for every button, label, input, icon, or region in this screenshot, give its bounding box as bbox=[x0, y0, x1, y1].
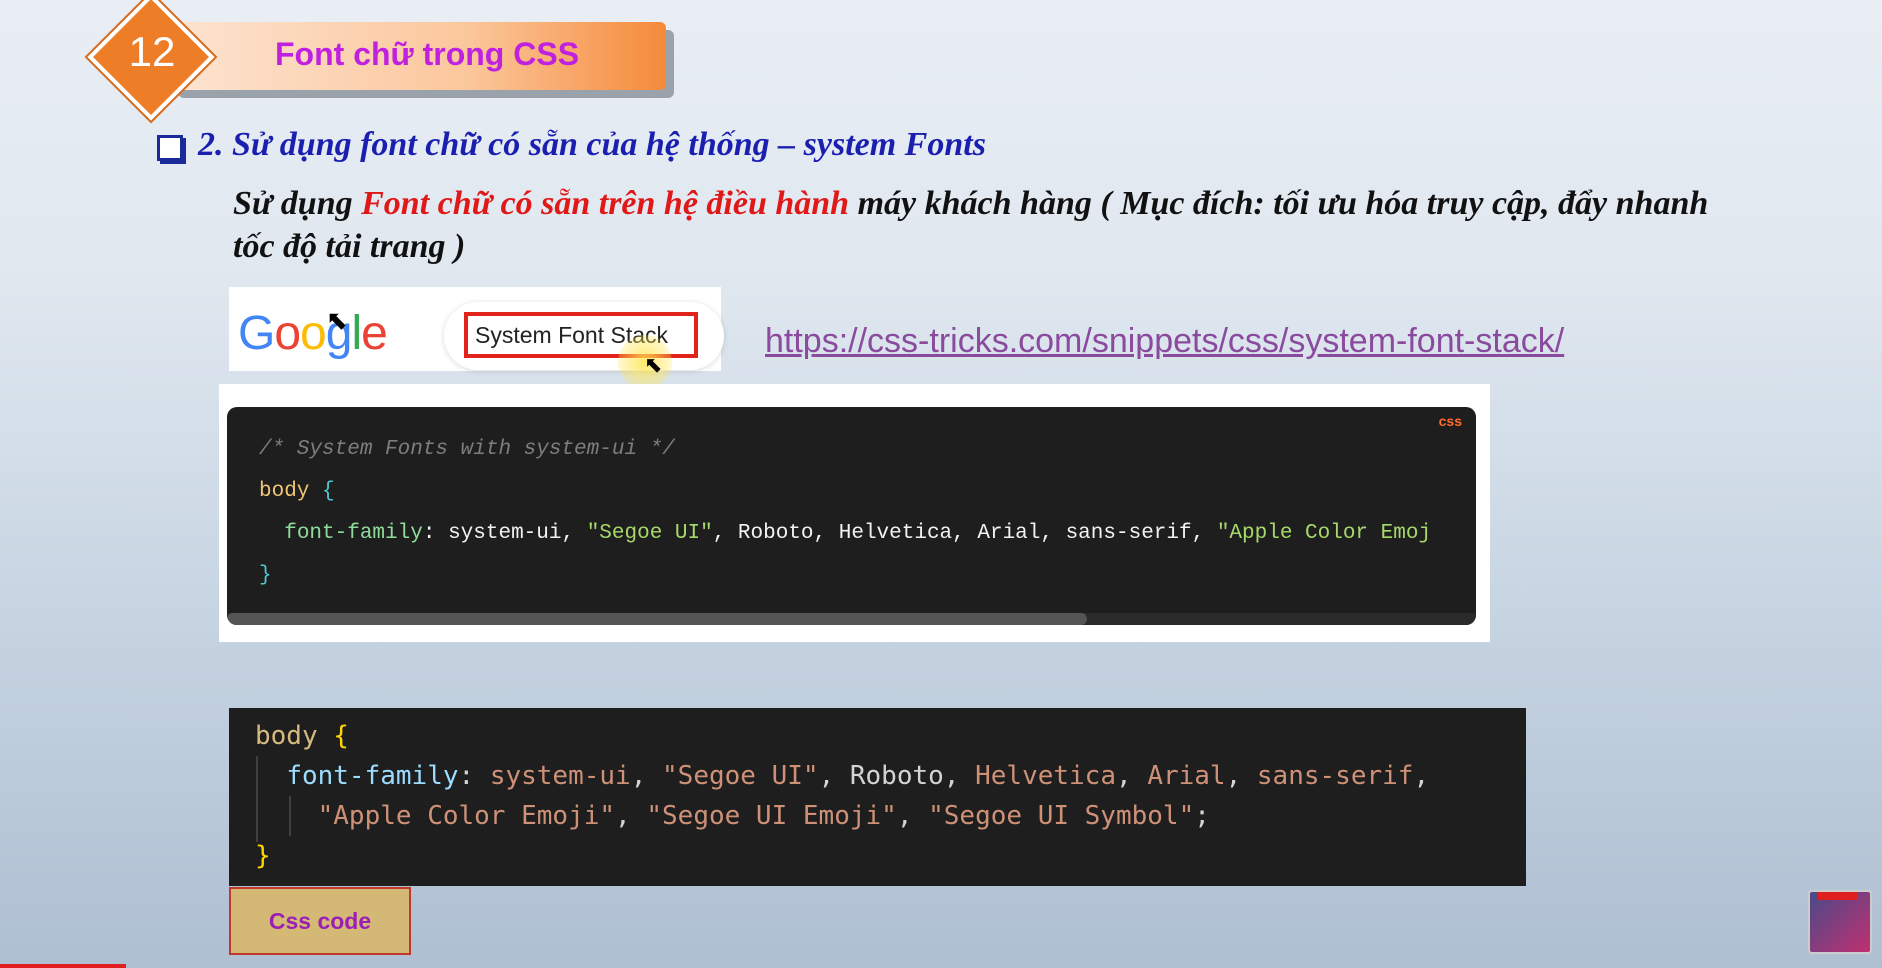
mouse-pointer-icon: ⬉ bbox=[644, 352, 663, 377]
css-language-tag: css bbox=[1438, 413, 1462, 429]
code-property: font-family bbox=[284, 522, 423, 545]
slide-number: 12 bbox=[128, 28, 176, 75]
slide-title: Font chữ trong CSS bbox=[275, 36, 580, 72]
scrollbar-thumb[interactable] bbox=[227, 613, 1087, 625]
checkbox-bullet-icon bbox=[157, 135, 183, 161]
desc-prefix: Sử dụng bbox=[233, 185, 362, 222]
caption-label-box: Css code bbox=[229, 887, 411, 955]
desc-highlight: Font chữ có sẵn trên hệ điều hành bbox=[361, 185, 850, 222]
code-block-system-fonts: css /* System Fonts with system-ui */ bo… bbox=[227, 407, 1476, 625]
section-heading: 2. Sử dụng font chữ có sẵn của hệ thống … bbox=[198, 126, 986, 163]
google-logo: Google bbox=[238, 307, 388, 360]
code-selector: body bbox=[255, 721, 318, 751]
subscribe-badge-icon bbox=[1818, 892, 1858, 900]
code-block-editor: body { font-family: system-ui, "Segoe UI… bbox=[229, 708, 1526, 886]
code-property: font-family bbox=[286, 761, 459, 791]
section-description: Sử dụng Font chữ có sẵn trên hệ điều hàn… bbox=[233, 182, 1713, 268]
code-text: body { font-family: system-ui, "Segoe UI… bbox=[255, 721, 1430, 871]
mouse-pointer-icon: ⬉ bbox=[326, 305, 348, 335]
code-selector: body bbox=[259, 480, 310, 503]
video-progress-bar bbox=[0, 964, 126, 968]
caption-label: Css code bbox=[268, 907, 372, 934]
code-text: /* System Fonts with system-ui */ body {… bbox=[259, 438, 1432, 587]
code-comment: /* System Fonts with system-ui */ bbox=[259, 438, 675, 461]
css-tricks-link[interactable]: https://css-tricks.com/snippets/css/syst… bbox=[765, 322, 1564, 361]
